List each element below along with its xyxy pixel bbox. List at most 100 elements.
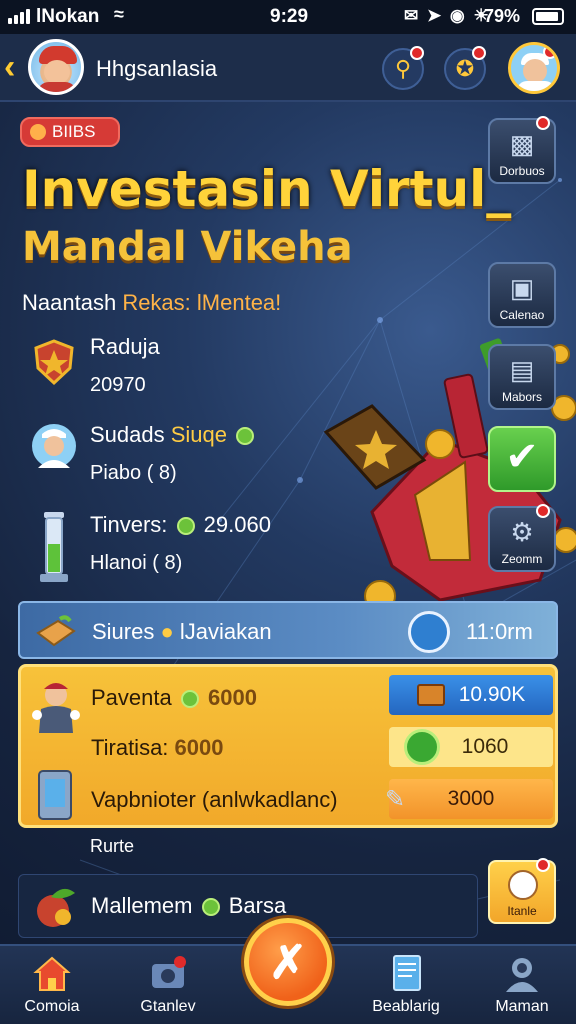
tab-label: Beablarig [372,998,440,1015]
user-avatar-button[interactable] [508,42,560,94]
stat-label-text: Sudads [90,422,165,447]
stat-label-raduja: Raduja [90,334,160,359]
bottom-card[interactable]: Mallemem Barsa [18,874,478,938]
hero-title: Investasin Virtul_ [22,160,512,218]
tube-icon [40,512,68,582]
bottom-card-text: Mallemem [91,893,193,918]
close-icon: ✗ [268,936,308,988]
side-button-label: Zeomm [501,552,543,566]
notification-dot [543,45,557,59]
check-icon: ✔ [505,435,539,479]
badge-icon [30,124,46,140]
tab-maman[interactable]: Maman [472,954,572,1016]
chart-icon: ▩ [509,129,535,159]
book-icon [36,615,76,647]
chest-icon [416,684,445,706]
coin-icon: ● [160,619,174,644]
key-button[interactable]: ⚲ [382,46,424,90]
chat-icon [508,870,538,900]
pencil-icon: ✎ [385,785,406,813]
reward-pill-blue[interactable]: 10.90K [389,675,553,715]
banner-label-text2: lJaviakan [179,619,272,644]
stat-value-sudads: Piabo ( 8) [90,462,177,484]
reward-pill-orange[interactable]: ✎ 3000 [385,779,553,819]
side-button-label: Mabors [501,390,542,404]
bottom-card-label: Mallemem Barsa [91,893,286,919]
profile-avatar[interactable] [28,39,84,95]
stat-label-sudads: Sudads Siuqe [90,422,257,448]
signal-icon [8,9,30,24]
side-button-calenao[interactable]: ▣ Calenao [488,262,556,328]
tab-gtanlev[interactable]: Gtanlev [118,954,218,1016]
wifi-icon: ≈ [114,4,124,24]
coin-icon [176,517,195,535]
stat-value-tinvers: Hlanoi ( 8) [90,552,183,574]
check-circle-icon [403,729,440,765]
reward-pill-value: 3000 [447,787,495,810]
tagline-prefix: Naantash [22,290,117,315]
notification-dot [536,116,550,130]
reward-row-vapbnioter: Vapbnioter (anlwkadlanc) [91,787,338,813]
rewards-panel: Paventa 6000 10.90K Tiratisa: 6000 1060 … [18,664,558,828]
fruit-icon [37,888,75,927]
side-button-mabors[interactable]: ▤ Mabors [488,344,556,410]
tab-comoia[interactable]: Comoia [2,954,102,1016]
character-icon [32,683,80,733]
gear-icon: ⚙ [510,517,534,547]
coin-icon [236,427,255,445]
chat-button-label: Itanle [507,904,537,918]
key-icon: ⚲ [394,56,412,81]
side-button-dorbuos[interactable]: ▩ Dorbuos [488,116,556,184]
tab-beablarig[interactable]: Beablarig [356,954,456,1016]
tablet-icon [38,770,72,820]
reward-row-tiratisa: Tiratisa: 6000 [91,735,224,761]
reward-pill-cream[interactable]: 1060 [389,727,553,767]
banner-value: 11:0rm [466,619,533,644]
tab-label: Maman [495,998,549,1015]
center-action-button[interactable]: ✗ [244,918,332,1006]
carrier-name: lNokan [36,6,100,27]
banner-label-text: Siures [92,619,155,644]
chat-button[interactable]: Itanle [488,858,556,924]
shield-icon [34,339,74,386]
stat-label-tinvers: Tinvers: 29.060 [90,512,271,538]
reward-label: Vapbnioter (anlwkadlanc) [91,787,338,812]
status-icons: ✉ ➤ ◉ ☀ [404,6,491,25]
side-button-label: Dorbuos [499,164,545,178]
status-time: 9:29 [270,6,309,27]
battery-percent: 79% [484,6,521,26]
reward-amount: 6000 [174,735,224,760]
hero-subtitle: Mandal Vikeha [22,224,353,270]
bottom-card-text2: Barsa [228,893,287,918]
app-header: ‹ Hhgsanlasia ⚲ ✪ [0,34,576,102]
reward-amount: 6000 [207,685,257,710]
schedule-banner[interactable]: Siures ● lJaviakan 11:0rm [18,601,558,659]
category-badge[interactable]: BIIBS [20,117,120,147]
tagline-highlight: Rekas: lMentea! [122,290,282,315]
reward-pill-value: 1060 [461,735,509,758]
reward-label: Paventa [91,685,172,710]
notification-dot [536,858,550,872]
notification-dot [536,504,550,518]
document-icon [393,955,421,991]
monitor-icon: ▤ [509,355,535,385]
camera-icon: ▣ [509,273,535,303]
section-label: Rurte [90,836,135,856]
banner-label: Siures ● lJaviakan [92,619,272,645]
reward-pill-value: 10.90K [458,683,526,706]
chevron-left-icon[interactable]: ‹ [4,48,15,87]
coin-icon [180,690,199,708]
side-button-confirm[interactable]: ✔ [488,426,556,492]
clock-icon [408,611,450,653]
stat-value-raduja: 20970 [90,374,146,396]
battery-icon [532,8,564,25]
stat-label-value: 29.060 [203,512,271,537]
reward-label: Tiratisa: [91,735,169,760]
header-title: Hhgsanlasia [96,56,218,81]
side-button-zeomm[interactable]: ⚙ Zeomm [488,504,556,572]
tab-label: Gtanlev [140,998,196,1015]
puzzle-button[interactable]: ✪ [444,46,486,90]
side-button-label: Calenao [499,308,545,322]
stat-label-gold: Siuqe [170,422,228,447]
coin-icon [201,898,220,916]
